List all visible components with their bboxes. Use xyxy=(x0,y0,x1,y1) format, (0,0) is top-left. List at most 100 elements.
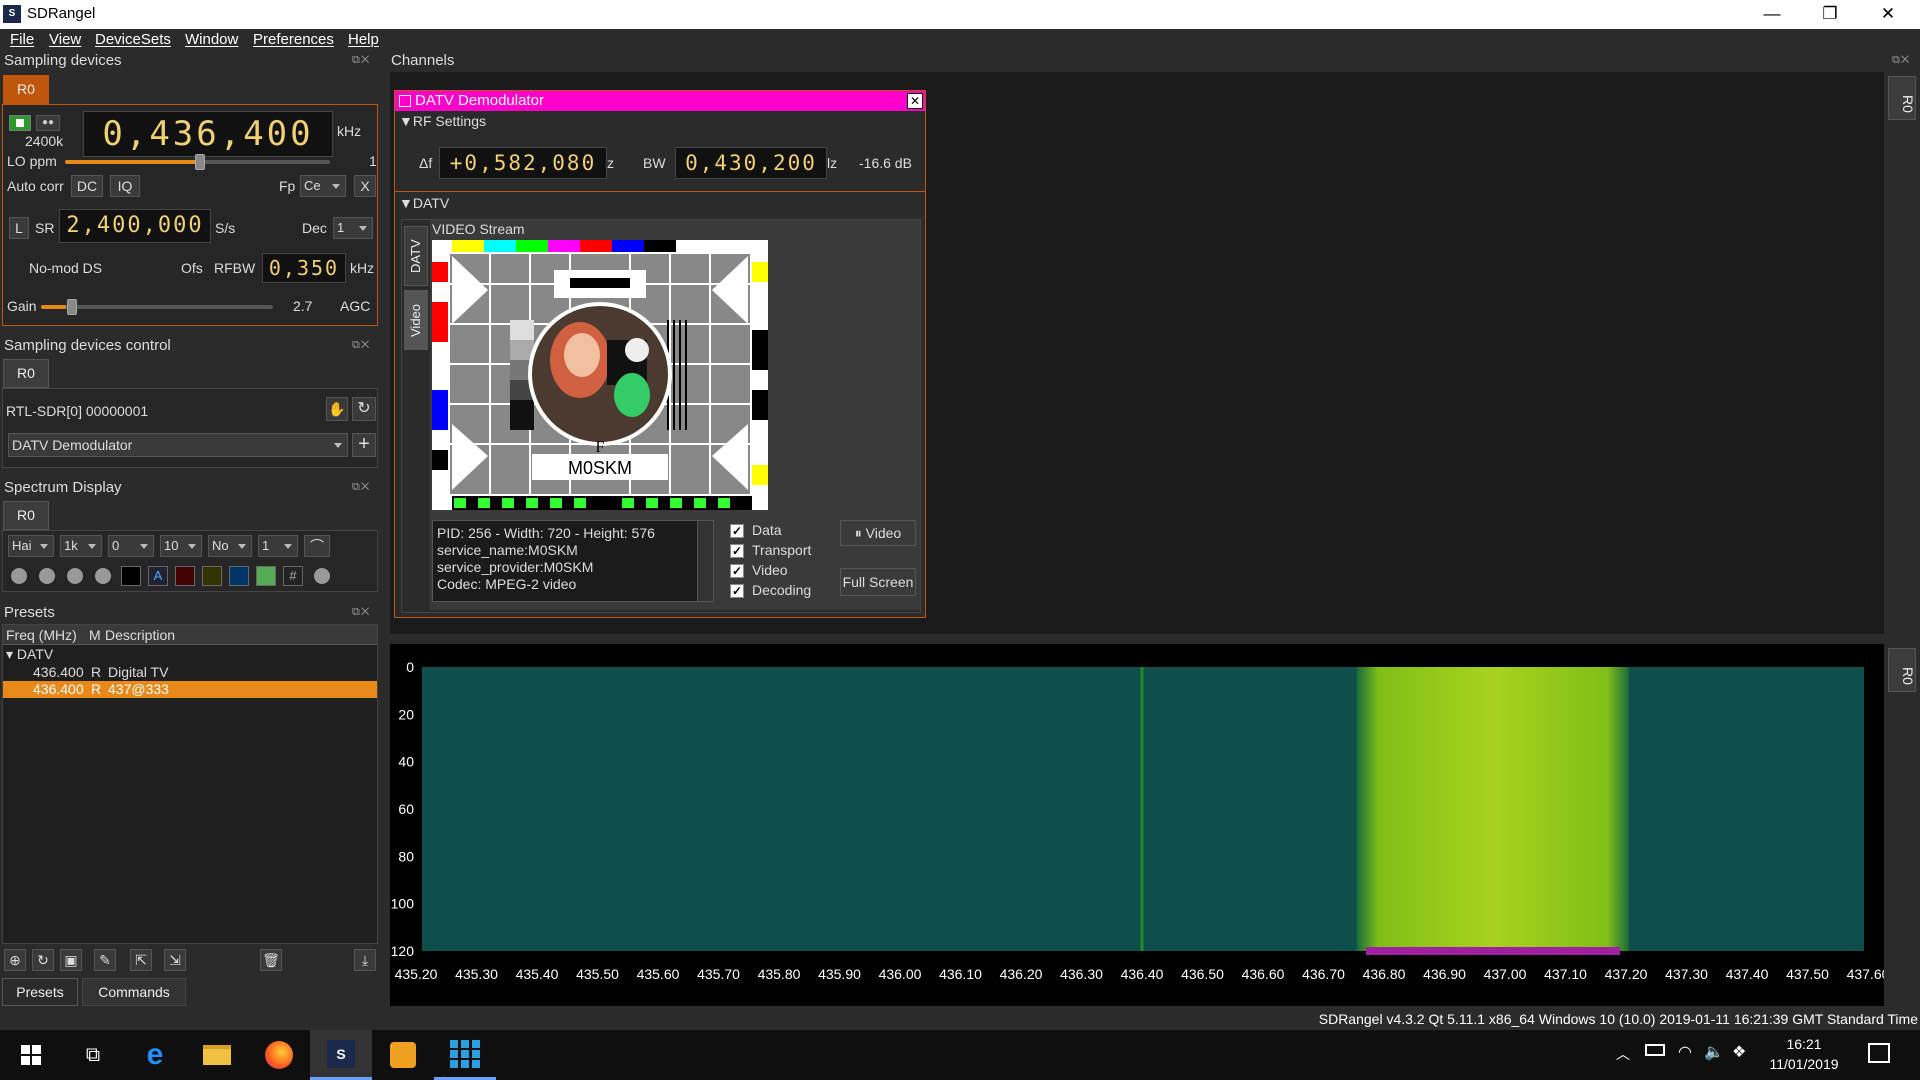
update-preset-icon[interactable]: ↻ xyxy=(32,949,54,971)
iq-toggle[interactable]: IQ xyxy=(110,175,140,197)
network-icon[interactable]: ◠ xyxy=(1678,1042,1692,1062)
add-preset-icon[interactable]: ⊕ xyxy=(4,949,26,971)
max-hold-icon[interactable] xyxy=(175,566,195,586)
current-spectrum-icon[interactable] xyxy=(202,566,222,586)
dropbox-icon[interactable]: ❖ xyxy=(1732,1042,1746,1062)
tab-r0-channels[interactable]: R0 xyxy=(1888,76,1916,120)
decoding-checkbox[interactable]: ✓ xyxy=(730,584,744,598)
windows-start-icon[interactable] xyxy=(0,1030,62,1080)
waterfall-icon[interactable] xyxy=(229,566,249,586)
gain-slider[interactable] xyxy=(41,299,273,315)
settings-icon[interactable] xyxy=(399,95,411,107)
tab-presets[interactable]: Presets xyxy=(2,978,78,1006)
reload-icon[interactable]: ↻ xyxy=(352,397,376,421)
ofs-checkbox[interactable] xyxy=(161,262,175,276)
preset-row[interactable]: 436.400 R Digital TV xyxy=(3,664,377,681)
waterfall-svg[interactable]: 0 20 40 60 80 100 120 435.20 435.30 435.40 435.50… xyxy=(390,644,1890,1006)
rf-settings-header[interactable]: ▼RF Settings xyxy=(399,113,486,129)
curve-icon[interactable]: ⌒ xyxy=(304,535,330,557)
export-preset-icon[interactable]: ⇱ xyxy=(130,949,152,971)
start-stop-icon[interactable] xyxy=(9,115,31,131)
battery-icon[interactable] xyxy=(1645,1044,1665,1056)
menu-devicesets[interactable]: DeviceSets xyxy=(95,31,171,48)
minimize-button[interactable]: — xyxy=(1743,0,1801,29)
grid-intensity-icon[interactable] xyxy=(314,568,330,584)
tray-chevron-icon[interactable]: ︿ xyxy=(1616,1044,1630,1064)
delete-preset-icon[interactable]: 🗑 xyxy=(260,949,282,971)
sample-rate-dial[interactable]: 2,400,000 xyxy=(59,209,211,243)
full-screen-button[interactable]: Full Screen xyxy=(840,568,916,596)
preset-group-datv[interactable]: ▾ DATV xyxy=(6,646,53,663)
close-button[interactable]: ✕ xyxy=(1859,0,1917,29)
frequency-shift-dial[interactable]: +0,582,080 xyxy=(439,147,607,179)
tab-r0-control[interactable]: R0 xyxy=(3,359,49,388)
stream-info-box[interactable]: PID: 256 - Width: 720 - Height: 576 serv… xyxy=(432,520,714,602)
record-icon[interactable]: ●● xyxy=(36,115,60,131)
menu-preferences[interactable]: Preferences xyxy=(253,31,334,48)
decay-select[interactable]: 1 xyxy=(258,535,298,557)
file-explorer-icon[interactable] xyxy=(186,1030,248,1080)
lo-ppm-slider[interactable] xyxy=(65,154,330,170)
load-preset-icon[interactable]: ⤓ xyxy=(354,949,376,971)
volume-icon[interactable]: 🔈 xyxy=(1704,1042,1724,1062)
info-scrollbar[interactable] xyxy=(697,521,713,601)
l-toggle[interactable]: L xyxy=(9,217,29,239)
tab-r0-sampling[interactable]: R0 xyxy=(3,75,49,104)
decimation-select[interactable]: 1 xyxy=(333,217,373,239)
histogram-icon[interactable] xyxy=(256,566,276,586)
x-toggle[interactable]: X xyxy=(354,175,376,197)
restore-button[interactable]: ❐ xyxy=(1801,0,1859,29)
add-channel-icon[interactable]: + xyxy=(352,433,376,457)
menu-file[interactable]: File xyxy=(10,31,34,48)
dock-float-close-icon[interactable]: ⧉✕ xyxy=(1892,54,1910,67)
dock-float-close-icon[interactable]: ⧉✕ xyxy=(352,54,370,67)
fft-size-select[interactable]: 1k xyxy=(60,535,102,557)
nomod-checkbox[interactable] xyxy=(12,262,26,276)
datv-section-header[interactable]: ▼DATV xyxy=(399,195,449,211)
fp-select[interactable]: Ce xyxy=(300,175,346,197)
transport-checkbox[interactable]: ✓ xyxy=(730,544,744,558)
video-frame[interactable]: M0SKM F xyxy=(432,240,768,510)
menu-view[interactable]: View xyxy=(49,31,81,48)
notification-center-icon[interactable] xyxy=(1868,1043,1890,1063)
dial-3-icon[interactable] xyxy=(67,568,83,584)
persistence-icon[interactable]: A xyxy=(148,566,168,586)
center-frequency-dial[interactable]: 0,436,400 xyxy=(83,111,333,157)
grid-icon[interactable]: # xyxy=(283,566,303,586)
close-channel-icon[interactable]: ✕ xyxy=(907,93,923,109)
dial-4-icon[interactable] xyxy=(95,568,111,584)
tab-r0-waterfall[interactable]: R0 xyxy=(1888,648,1916,692)
tab-datv-settings[interactable]: DATV xyxy=(404,226,428,286)
clock-date[interactable]: 11/01/2019 xyxy=(1764,1056,1844,1072)
preset-row-selected[interactable]: 436.400 R 437@333 xyxy=(3,681,377,698)
task-view-icon[interactable]: ⧉ xyxy=(62,1030,124,1080)
black-display-icon[interactable] xyxy=(121,566,141,586)
range-select[interactable]: 10 xyxy=(160,535,202,557)
menu-help[interactable]: Help xyxy=(348,31,379,48)
dock-float-close-icon[interactable]: ⧉✕ xyxy=(352,606,370,619)
edge-browser-icon[interactable]: e xyxy=(124,1030,186,1080)
ref-level-select[interactable]: 0 xyxy=(108,535,154,557)
rf-bandwidth-dial[interactable]: 0,350 xyxy=(262,253,346,283)
tab-commands[interactable]: Commands xyxy=(82,978,186,1006)
bandwidth-dial[interactable]: 0,430,200 xyxy=(675,147,827,179)
averaging-select[interactable]: No xyxy=(208,535,252,557)
firefox-icon[interactable] xyxy=(248,1030,310,1080)
dc-toggle[interactable]: DC xyxy=(71,175,103,197)
dock-float-close-icon[interactable]: ⧉✕ xyxy=(352,481,370,494)
dock-float-close-icon[interactable]: ⧉✕ xyxy=(352,339,370,352)
import-preset-icon[interactable]: ⇲ xyxy=(164,949,186,971)
sdrangel-taskbar-icon[interactable]: S xyxy=(310,1030,372,1080)
dial-1-icon[interactable] xyxy=(11,568,27,584)
clock-time[interactable]: 16:21 xyxy=(1772,1036,1836,1052)
datv-title-bar[interactable]: DATV Demodulator ✕ xyxy=(395,91,925,111)
save-preset-icon[interactable]: ▣ xyxy=(60,949,82,971)
hand-icon[interactable]: ✋ xyxy=(326,397,348,421)
edit-preset-icon[interactable]: ✎ xyxy=(94,949,116,971)
tab-video[interactable]: Video xyxy=(404,290,428,350)
tab-r0-spectrum[interactable]: R0 xyxy=(3,501,49,530)
channel-select[interactable]: DATV Demodulator xyxy=(8,433,348,457)
dial-2-icon[interactable] xyxy=(39,568,55,584)
video-play-button[interactable]: ⏸ Video xyxy=(840,520,916,546)
data-checkbox[interactable]: ✓ xyxy=(730,524,744,538)
